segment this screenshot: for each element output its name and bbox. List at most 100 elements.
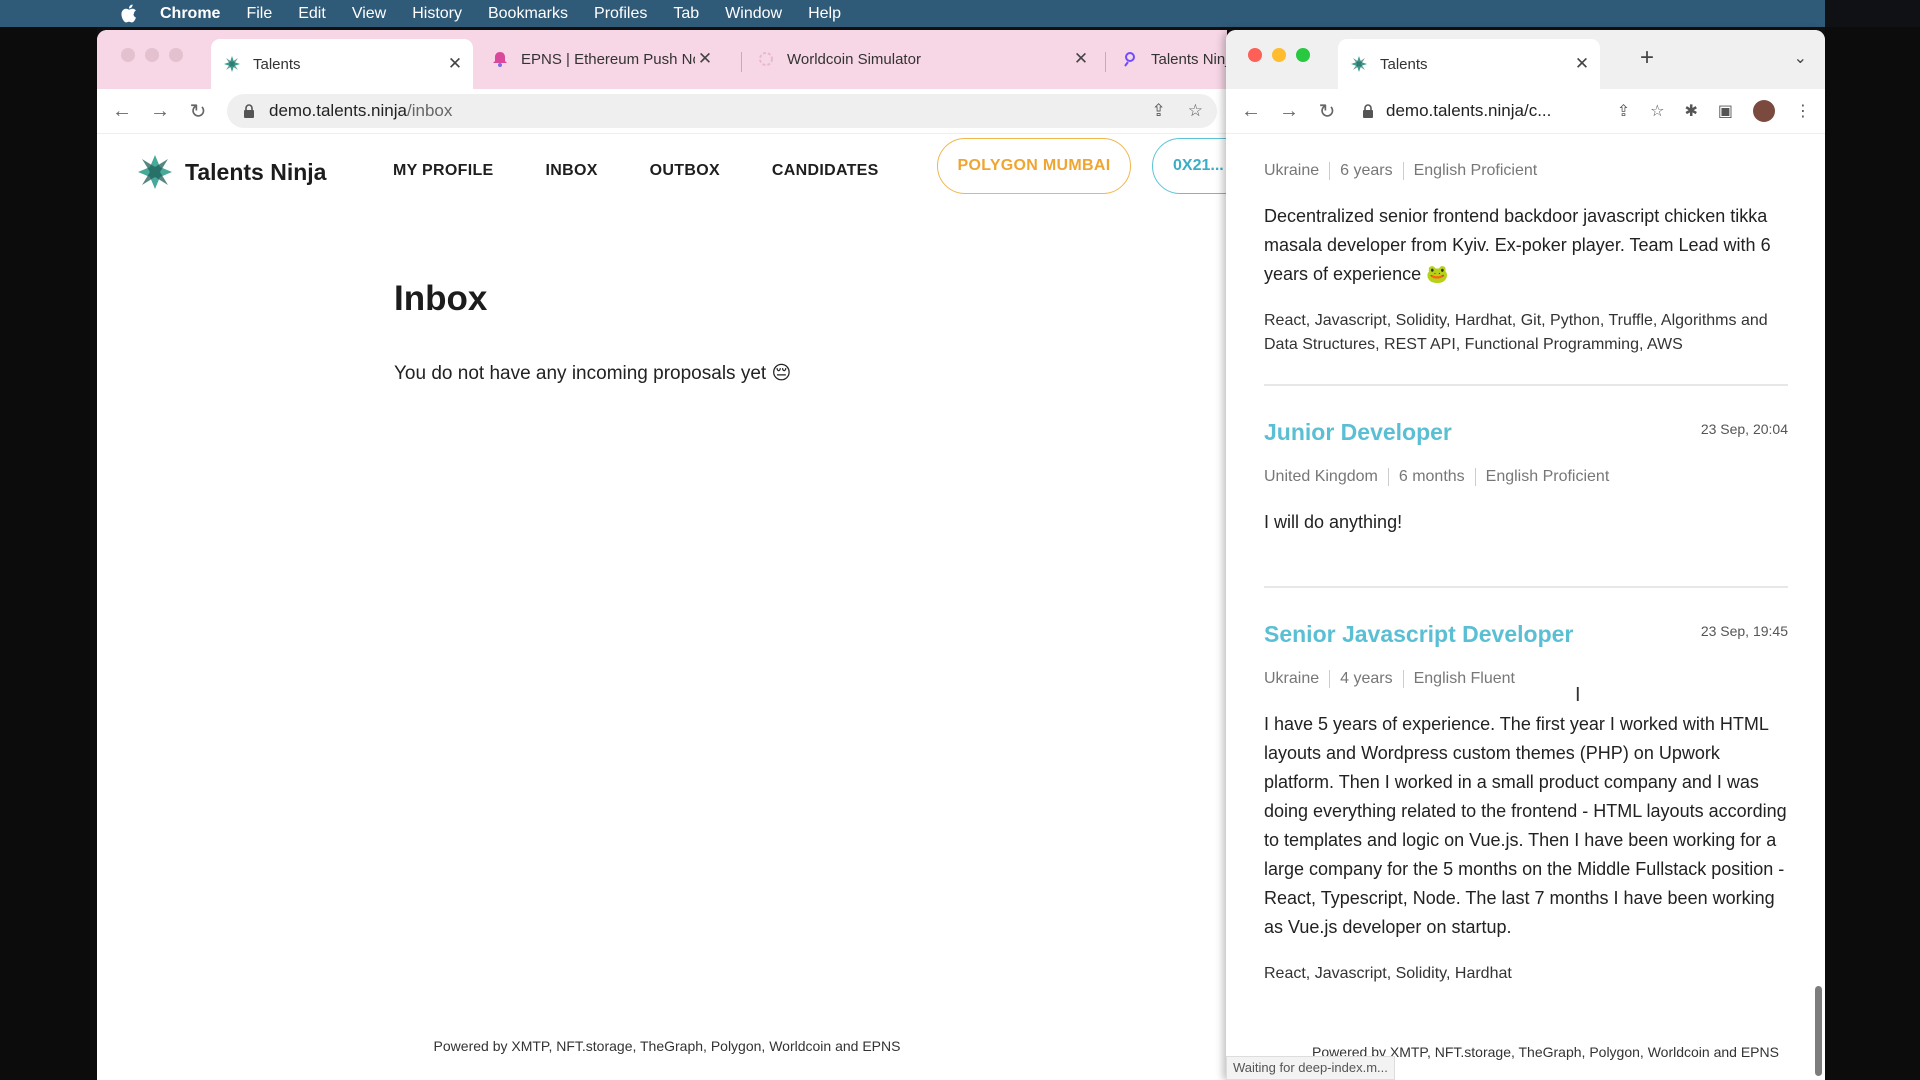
menu-help[interactable]: Help [808,5,841,23]
text-cursor-icon: I [1575,684,1581,706]
thegraph-icon [1121,50,1139,68]
new-tab-icon[interactable]: + [1640,44,1654,72]
tab-talents[interactable]: Talents ✕ [1338,39,1600,89]
talents-ninja-favicon-icon [223,55,241,73]
menu-profiles[interactable]: Profiles [594,5,647,23]
bookmark-star-icon[interactable]: ☆ [1650,101,1664,121]
candidate-english: English Proficient [1413,162,1538,179]
address-bar[interactable]: demo.talents.ninja/inbox ⇪ ☆ [227,94,1217,128]
lock-icon[interactable] [243,104,257,118]
card-divider [1264,586,1788,588]
zoom-window-icon[interactable] [169,48,183,62]
wallet-address-button[interactable]: 0X21... [1152,138,1227,194]
tab-talents[interactable]: Talents ✕ [211,39,473,89]
candidate-experience: 4 years [1340,670,1404,688]
extensions-puzzle-icon[interactable]: ✱ [1684,101,1697,121]
tab-title: Talents [253,55,301,73]
menu-edit[interactable]: Edit [298,5,326,23]
candidate-timestamp: 23 Sep, 20:04 [1700,421,1788,437]
close-tab-icon[interactable]: ✕ [1071,49,1091,69]
menu-history[interactable]: History [412,5,462,23]
nav-candidates[interactable]: CANDIDATES [772,162,879,180]
candidate-english: English Proficient [1485,468,1610,485]
menu-bookmarks[interactable]: Bookmarks [488,5,568,23]
window-controls[interactable] [1248,48,1310,62]
menu-window[interactable]: Window [725,5,782,23]
site-footer: Powered by XMTP, NFT.storage, TheGraph, … [433,1038,901,1054]
tab-separator [741,52,742,72]
menu-view[interactable]: View [352,5,386,23]
lock-icon[interactable] [1362,104,1374,118]
reload-icon[interactable]: ↻ [1308,94,1346,128]
candidate-card[interactable]: Junior Developer 23 Sep, 20:04 United Ki… [1264,419,1788,537]
forward-arrow-icon[interactable]: → [1270,94,1308,128]
reload-icon[interactable]: ↻ [179,94,217,128]
candidate-experience: 6 months [1399,468,1476,486]
close-tab-icon[interactable]: ✕ [445,54,465,74]
tab-strip: Talents ✕ + ⌄ [1226,30,1825,89]
empty-inbox-message: You do not have any incoming proposals y… [394,363,792,384]
profile-avatar[interactable] [1753,100,1775,122]
back-arrow-icon[interactable]: ← [103,94,141,128]
apple-icon[interactable] [120,4,142,23]
nav-outbox[interactable]: OUTBOX [650,162,720,180]
back-arrow-icon[interactable]: ← [1232,94,1270,128]
candidate-timestamp: 23 Sep, 19:45 [1700,623,1788,639]
card-divider [1264,384,1788,386]
tab-title: Worldcoin Simulator [787,50,921,68]
toolbar-actions: ⇪ ☆ ✱ ▣ ⋮ [1617,100,1811,122]
bookmark-star-icon[interactable]: ☆ [1188,101,1203,121]
browser-toolbar: ← → ↻ demo.talents.ninja/c... ⇪ ☆ ✱ ▣ ⋮ [1226,89,1825,134]
candidate-meta: Ukraine 6 years English Proficient [1264,162,1788,180]
scrollbar-thumb[interactable] [1815,986,1822,1076]
close-tab-icon[interactable]: ✕ [1572,54,1592,74]
share-icon[interactable]: ⇪ [1617,101,1630,121]
window-controls[interactable] [121,48,183,62]
menu-file[interactable]: File [246,5,272,23]
tab-title: Talents Ninja Subgraph [1151,50,1227,68]
tab-separator [1105,52,1106,72]
nav-my-profile[interactable]: MY PROFILE [393,162,494,180]
forward-arrow-icon[interactable]: → [141,94,179,128]
tab-search-chevron-icon[interactable]: ⌄ [1794,48,1807,68]
desktop-right-edge [1825,27,1920,1080]
menu-app-chrome[interactable]: Chrome [160,5,220,23]
tab-title: EPNS | Ethereum Push Notif [521,50,695,68]
minimize-window-icon[interactable] [145,48,159,62]
network-button[interactable]: POLYGON MUMBAI [937,138,1131,194]
share-icon[interactable]: ⇪ [1152,101,1166,121]
candidate-card[interactable]: Senior Javascript Developer 23 Sep, 19:4… [1264,621,1788,986]
close-window-icon[interactable] [121,48,135,62]
candidate-description: I have 5 years of experience. The first … [1264,714,1787,937]
tab-subgraph[interactable]: Talents Ninja Subgraph [1109,39,1227,79]
address-bar[interactable]: demo.talents.ninja/c... [1354,94,1624,128]
candidate-meta: Ukraine 4 years English Fluent [1264,670,1788,688]
candidate-meta: United Kingdom 6 months English Proficie… [1264,468,1788,486]
desktop-left-edge [0,27,97,1080]
candidate-description: I will do anything! [1264,512,1403,532]
candidate-description: Decentralized senior frontend backdoor j… [1264,206,1771,284]
minimize-window-icon[interactable] [1272,48,1286,62]
browser-window-right: Talents ✕ + ⌄ ← → ↻ demo.talents.ninja/c… [1226,30,1825,1080]
url-host: demo.talents.ninja [269,101,407,120]
candidates-list: Ukraine 6 years English Proficient Decen… [1226,134,1825,1080]
more-menu-icon[interactable]: ⋮ [1795,101,1811,121]
site-nav: MY PROFILE INBOX OUTBOX CANDIDATES [393,162,931,180]
loading-status: Waiting for deep-index.m... [1226,1056,1395,1080]
talents-ninja-favicon-icon [1350,55,1368,73]
talents-ninja-page: Talents Ninja MY PROFILE INBOX OUTBOX CA… [97,134,1227,1080]
epns-bell-icon [491,50,509,68]
candidate-card[interactable]: Ukraine 6 years English Proficient Decen… [1264,162,1788,357]
tab-worldcoin[interactable]: Worldcoin Simulator ✕ [745,39,1099,79]
brand-name: Talents Ninja [185,158,327,185]
nav-inbox[interactable]: INBOX [546,162,598,180]
brand[interactable]: Talents Ninja [137,154,326,190]
close-window-icon[interactable] [1248,48,1262,62]
tab-epns[interactable]: EPNS | Ethereum Push Notif ✕ [479,39,723,79]
side-panel-icon[interactable]: ▣ [1718,101,1733,121]
menu-tab[interactable]: Tab [673,5,699,23]
close-tab-icon[interactable]: ✕ [695,49,715,69]
zoom-window-icon[interactable] [1296,48,1310,62]
candidate-skills: React, Javascript, Solidity, Hardhat, Gi… [1264,312,1768,353]
macos-menu-bar: Chrome File Edit View History Bookmarks … [0,0,1920,27]
